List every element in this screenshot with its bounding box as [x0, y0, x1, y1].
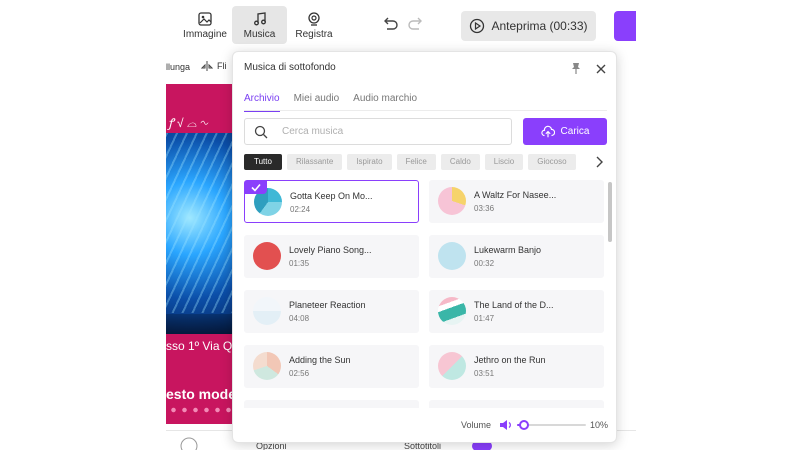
- track-duration: 01:47: [474, 314, 495, 323]
- more-options-icon[interactable]: [180, 437, 198, 450]
- panel-title: Musica di sottofondo: [244, 62, 336, 73]
- track-list-scrollbar[interactable]: [608, 182, 612, 242]
- track-duration: 03:51: [474, 369, 495, 378]
- canvas-dot-pattern: [168, 406, 234, 414]
- chevron-right-icon[interactable]: [594, 156, 604, 168]
- track-card[interactable]: Adding the Sun 02:56: [244, 345, 419, 388]
- image-tool-label: Immagine: [183, 28, 227, 40]
- right-margin: [636, 0, 800, 450]
- track-list: Gotta Keep On Mo... 02:24 A Waltz For Na…: [244, 180, 606, 408]
- chip-happy[interactable]: Felice: [396, 154, 436, 170]
- redo-icon[interactable]: [406, 15, 426, 35]
- volume-slider-handle[interactable]: [518, 420, 529, 430]
- track-name: Lukewarm Banjo: [474, 245, 542, 255]
- pin-icon[interactable]: [569, 61, 583, 75]
- checkmark-icon: [251, 183, 261, 192]
- chip-playful[interactable]: Giocoso: [528, 154, 576, 170]
- undo-icon[interactable]: [380, 15, 400, 35]
- cloud-upload-icon: [540, 125, 555, 137]
- volume-control: Volume 10%: [461, 418, 611, 432]
- music-tool-label: Musica: [243, 28, 276, 40]
- chip-warm[interactable]: Caldo: [440, 154, 480, 170]
- record-tool-button[interactable]: Registra: [292, 6, 336, 44]
- canvas-caption-bottom: esto mode: [166, 386, 234, 402]
- background-music-panel: Musica di sottofondo Archivio Miei audio…: [232, 51, 617, 443]
- track-card[interactable]: The Land of the D... 01:47: [429, 290, 604, 333]
- chip-smooth[interactable]: Liscio: [484, 154, 524, 170]
- track-duration: 04:08: [289, 314, 310, 323]
- tabs-divider: [244, 110, 607, 111]
- track-name: A Waltz For Nasee...: [474, 190, 557, 200]
- upload-button[interactable]: Carica: [523, 118, 607, 145]
- webcam-icon: [308, 11, 320, 26]
- track-duration: 01:35: [289, 259, 310, 268]
- track-card[interactable]: Jethro on the Run 03:51: [429, 345, 604, 388]
- track-cover: [253, 352, 281, 380]
- canvas-handwriting: ꝭ √ ⌓ ∿: [168, 116, 208, 130]
- light-beams: [166, 133, 234, 313]
- selected-badge: [245, 181, 267, 194]
- track-card[interactable]: [429, 400, 604, 408]
- flip-icon: [201, 61, 213, 71]
- track-card[interactable]: A Waltz For Nasee... 03:36: [429, 180, 604, 223]
- music-note-icon: [253, 11, 266, 25]
- track-name: Lovely Piano Song...: [289, 245, 372, 255]
- track-card[interactable]: [244, 400, 419, 408]
- chip-all[interactable]: Tutto: [244, 154, 282, 170]
- record-tool-label: Registra: [295, 28, 333, 40]
- volume-value: 10%: [590, 420, 609, 430]
- video-canvas[interactable]: ꝭ √ ⌓ ∿ sso 1º Via Qu esto mode: [166, 84, 234, 424]
- search-input[interactable]: [282, 126, 502, 137]
- track-cover: [253, 297, 281, 325]
- track-name: Planeteer Reaction: [289, 300, 366, 310]
- stretch-tool-label[interactable]: llunga: [166, 62, 190, 72]
- close-icon[interactable]: [594, 62, 608, 76]
- track-cover: [438, 297, 466, 325]
- chip-inspired[interactable]: Ispirato: [347, 154, 392, 170]
- track-cover: [438, 187, 466, 215]
- track-name: The Land of the D...: [474, 300, 554, 310]
- track-card[interactable]: Planeteer Reaction 04:08: [244, 290, 419, 333]
- left-margin: [0, 0, 166, 450]
- track-name: Gotta Keep On Mo...: [290, 191, 373, 201]
- track-duration: 00:32: [474, 259, 495, 268]
- track-card[interactable]: Lovely Piano Song... 01:35: [244, 235, 419, 278]
- speaker-icon[interactable]: [499, 419, 512, 431]
- track-name: Jethro on the Run: [474, 355, 546, 365]
- track-duration: 02:24: [290, 205, 311, 214]
- flip-tool-button[interactable]: Fli: [201, 60, 227, 72]
- image-tool-button[interactable]: Immagine: [182, 6, 228, 44]
- mood-filter-chips: Tutto Rilassante Ispirato Felice Caldo Liscio…: [244, 154, 600, 170]
- track-card[interactable]: Lukewarm Banjo 00:32: [429, 235, 604, 278]
- image-icon: [198, 11, 212, 26]
- track-cover: [438, 352, 466, 380]
- export-button[interactable]: [614, 11, 636, 41]
- track-card[interactable]: Gotta Keep On Mo... 02:24: [244, 180, 419, 223]
- track-cover: [438, 242, 466, 270]
- track-duration: 03:36: [474, 204, 495, 213]
- editor-screen: Immagine Musica Registra Anteprima (00:3…: [0, 0, 800, 450]
- canvas-caption-top: sso 1º Via Qu: [166, 339, 234, 353]
- music-search-box[interactable]: [244, 118, 512, 145]
- track-duration: 02:56: [289, 369, 310, 378]
- track-cover: [253, 242, 281, 270]
- track-name: Adding the Sun: [289, 355, 351, 365]
- chip-relaxing[interactable]: Rilassante: [286, 154, 343, 170]
- upload-label: Carica: [560, 126, 590, 137]
- search-icon: [254, 125, 268, 138]
- preview-label: Anteprima (00:33): [491, 19, 588, 33]
- play-circle-icon: [470, 18, 485, 34]
- volume-label: Volume: [461, 420, 492, 430]
- preview-button[interactable]: Anteprima (00:33): [461, 11, 596, 41]
- flip-tool-label: Fli: [217, 61, 227, 71]
- music-tool-button[interactable]: Musica: [232, 6, 287, 44]
